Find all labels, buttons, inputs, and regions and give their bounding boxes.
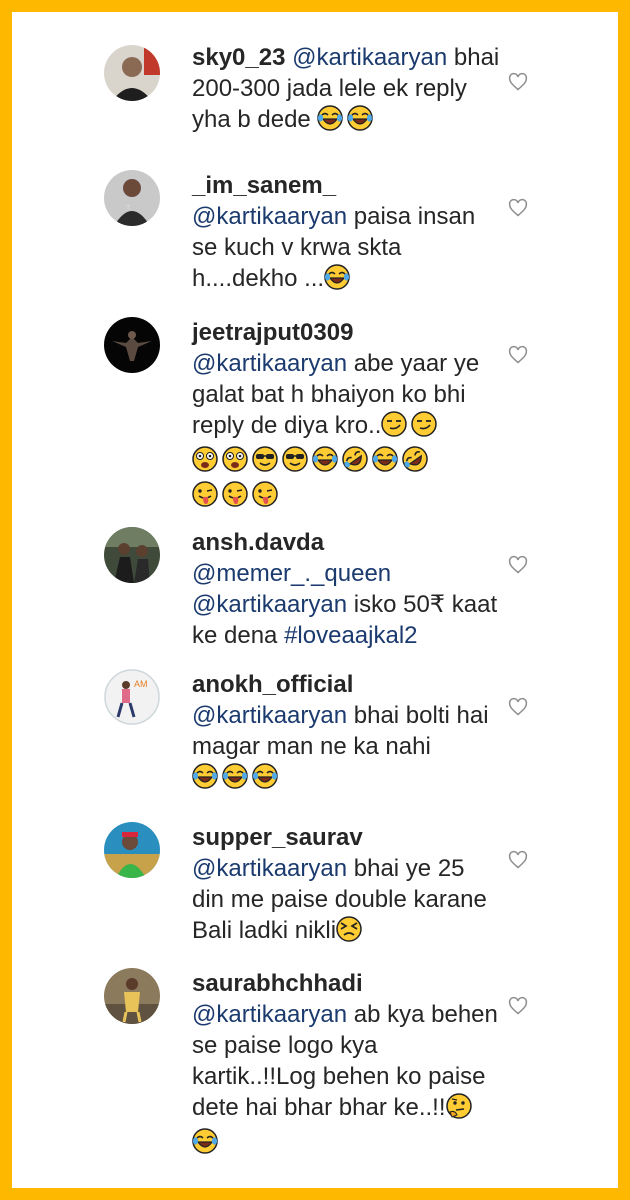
svg-text:AM: AM	[134, 679, 148, 689]
heart-outline-icon[interactable]	[508, 697, 528, 717]
username[interactable]: saurabhchhadi	[192, 970, 363, 997]
laugh-cry-emoji-icon	[222, 763, 248, 797]
hashtag-link[interactable]: #loveaajkal2	[284, 622, 417, 649]
tongue-emoji-icon	[192, 481, 218, 515]
avatar[interactable]: AM	[104, 669, 160, 725]
avatar[interactable]	[104, 527, 160, 583]
username[interactable]: _im_sanem_	[192, 172, 336, 199]
laugh-cry-emoji-icon	[192, 763, 218, 797]
smirk-emoji-icon	[411, 411, 438, 445]
username[interactable]: ansh.davda	[192, 529, 324, 556]
comment-text: _im_sanem_ @kartikaaryan paisa insan se …	[192, 170, 502, 298]
comment-text: jeetrajput0309 @kartikaaryan abe yaar ye…	[192, 317, 502, 515]
avatar[interactable]: T	[104, 170, 160, 226]
cool-emoji-icon	[282, 446, 308, 480]
svg-text:T: T	[126, 205, 131, 212]
username[interactable]: anokh_official	[192, 671, 353, 698]
squint-emoji-icon	[336, 916, 362, 950]
laugh-cry-emoji-icon	[372, 446, 398, 480]
laugh-cry-emoji-icon	[347, 105, 374, 139]
tongue-emoji-icon	[252, 481, 278, 515]
heart-outline-icon[interactable]	[508, 345, 528, 365]
mention-link[interactable]: @kartikaaryan	[192, 1001, 347, 1028]
mention-link[interactable]: @kartikaaryan	[192, 702, 347, 729]
rofl-emoji-icon	[342, 446, 368, 480]
heart-outline-icon[interactable]	[508, 198, 528, 218]
username[interactable]: jeetrajput0309	[192, 319, 353, 346]
avatar[interactable]	[104, 45, 160, 101]
zany-emoji-icon	[222, 446, 248, 480]
heart-outline-icon[interactable]	[508, 996, 528, 1016]
comment-text: anokh_official @kartikaaryan bhai bolti …	[192, 669, 502, 797]
username[interactable]: sky0_23	[192, 44, 285, 71]
heart-outline-icon[interactable]	[508, 72, 528, 92]
mention-link[interactable]: @kartikaaryan	[192, 855, 347, 882]
heart-outline-icon[interactable]	[508, 850, 528, 870]
cool-emoji-icon	[252, 446, 278, 480]
username[interactable]: supper_saurav	[192, 824, 363, 851]
comment-text: supper_saurav @kartikaaryan bhai ye 25 d…	[192, 822, 502, 950]
laugh-cry-emoji-icon	[252, 763, 278, 797]
heart-outline-icon[interactable]	[508, 555, 528, 575]
laugh-cry-emoji-icon	[317, 105, 344, 139]
avatar[interactable]	[104, 822, 160, 878]
comment-text: saurabhchhadi @kartikaaryan ab kya behen…	[192, 968, 502, 1162]
tongue-emoji-icon	[222, 481, 248, 515]
mention-link[interactable]: @kartikaaryan	[192, 350, 347, 377]
laugh-cry-emoji-icon	[324, 264, 350, 298]
mention-link[interactable]: @kartikaaryan	[192, 591, 347, 618]
avatar[interactable]	[104, 317, 160, 373]
thinking-emoji-icon	[445, 1093, 472, 1127]
mention-link[interactable]: @memer_._queen	[192, 560, 391, 587]
mention-link[interactable]: @kartikaaryan	[192, 203, 347, 230]
mention-link[interactable]: @kartikaaryan	[292, 44, 447, 71]
comment-text: ansh.davda @memer_._queen @kartikaaryan …	[192, 527, 502, 651]
laugh-cry-emoji-icon	[192, 1128, 218, 1162]
comment-text: sky0_23 @kartikaaryan bhai 200-300 jada …	[192, 42, 502, 139]
zany-emoji-icon	[192, 446, 218, 480]
rofl-emoji-icon	[402, 446, 428, 480]
smirk-emoji-icon	[381, 411, 408, 445]
comments-panel: sky0_23 @kartikaaryan bhai 200-300 jada …	[12, 12, 618, 1188]
laugh-cry-emoji-icon	[312, 446, 338, 480]
avatar[interactable]	[104, 968, 160, 1024]
